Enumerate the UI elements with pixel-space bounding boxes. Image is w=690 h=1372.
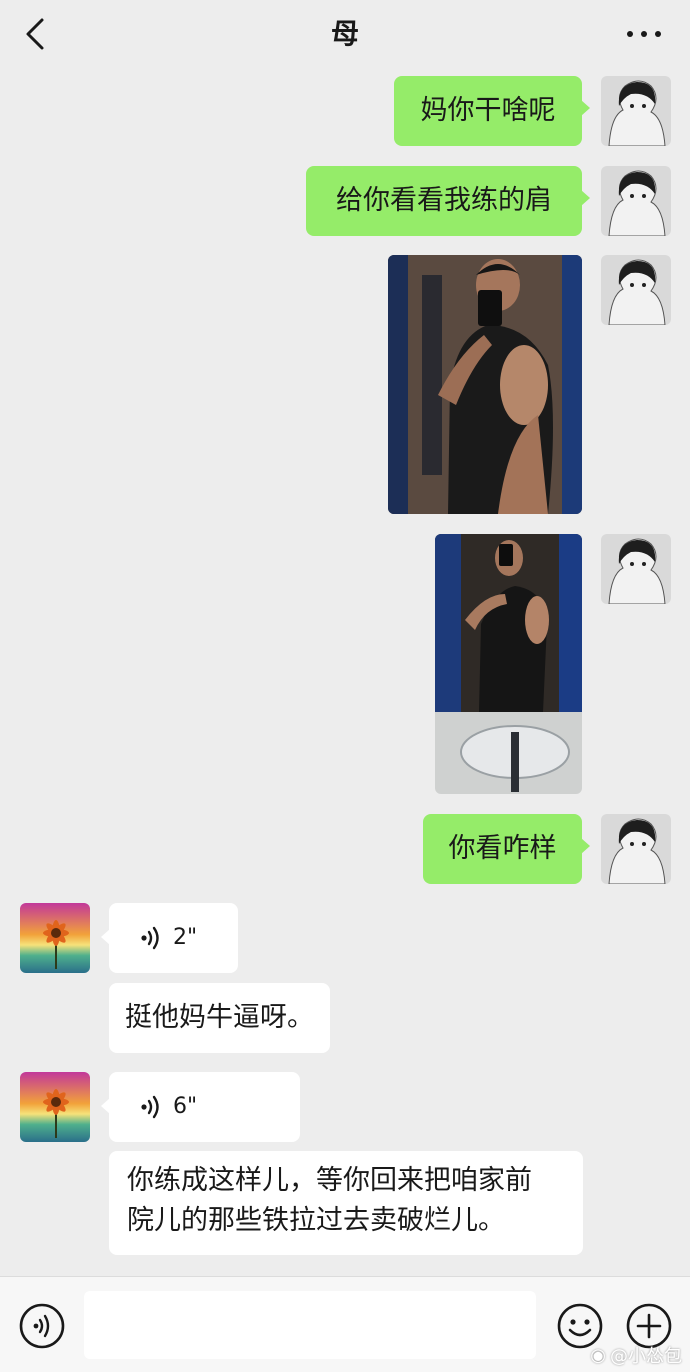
voice-mode-icon	[19, 1303, 65, 1349]
message-bubble-outgoing[interactable]: 给你看看我练的肩	[306, 166, 590, 236]
message-bubble-outgoing[interactable]: 你看咋样	[423, 814, 590, 884]
voice-message[interactable]: 6"	[101, 1072, 300, 1142]
input-bar: ◉ @小怂包	[0, 1276, 690, 1372]
my-avatar[interactable]	[601, 814, 671, 884]
chat-title: 母	[330, 17, 359, 50]
voice-message[interactable]: 2"	[101, 903, 238, 973]
more-button[interactable]	[624, 22, 664, 46]
voice-wave-icon	[141, 1095, 159, 1119]
voice-mode-button[interactable]	[18, 1302, 66, 1354]
message-text: 你看咋样	[448, 833, 557, 864]
contact-avatar[interactable]	[20, 1072, 90, 1142]
message-text-line: 院儿的那些铁拉过去卖破烂儿。	[127, 1205, 505, 1236]
message-text-line: 你练成这样儿，等你回来把咱家前	[127, 1165, 532, 1196]
image-message[interactable]	[388, 255, 582, 514]
watermark: ◉ @小怂包	[590, 1342, 682, 1368]
message-bubble-outgoing[interactable]: 妈你干啥呢	[394, 76, 590, 146]
message-input[interactable]	[84, 1291, 536, 1359]
more-dots-icon	[627, 31, 661, 37]
message-text: 妈你干啥呢	[420, 95, 556, 126]
image-message[interactable]	[435, 534, 582, 794]
weibo-logo-icon: ◉	[590, 1344, 606, 1366]
chat-header: 母	[0, 0, 690, 72]
voice-duration: 2"	[173, 925, 198, 950]
message-text: 挺他妈牛逼呀。	[125, 1002, 314, 1033]
my-avatar[interactable]	[601, 76, 671, 146]
message-bubble-incoming[interactable]: 挺他妈牛逼呀。	[109, 983, 330, 1053]
voice-duration: 6"	[173, 1094, 198, 1119]
voice-wave-icon	[141, 926, 159, 950]
watermark-text: @小怂包	[610, 1346, 682, 1367]
my-avatar[interactable]	[601, 534, 671, 604]
contact-avatar[interactable]	[20, 903, 90, 973]
my-avatar[interactable]	[601, 166, 671, 236]
message-text: 给你看看我练的肩	[336, 185, 552, 216]
my-avatar[interactable]	[601, 255, 671, 325]
message-bubble-incoming[interactable]: 你练成这样儿，等你回来把咱家前 院儿的那些铁拉过去卖破烂儿。	[109, 1151, 583, 1255]
